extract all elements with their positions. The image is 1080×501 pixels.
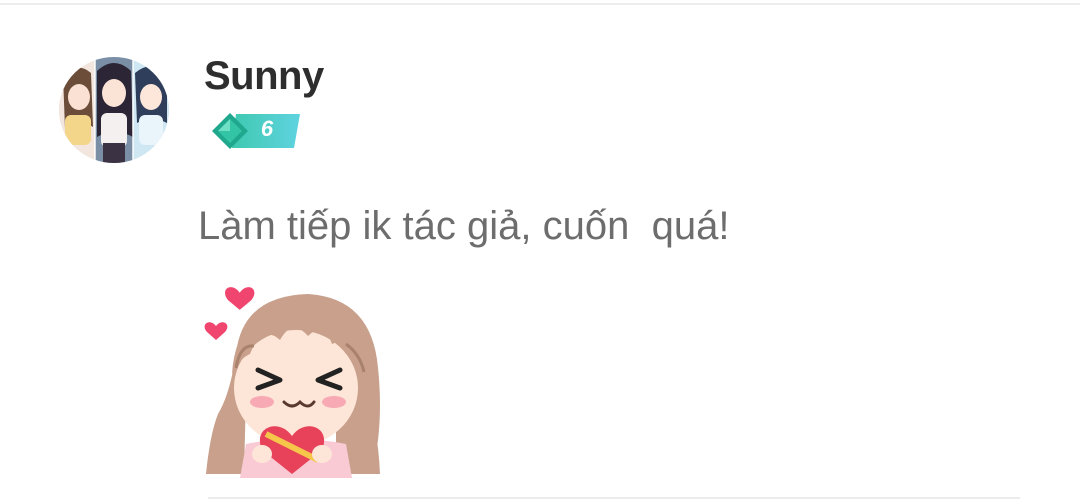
bottom-divider [208,497,1020,499]
heart-icon [204,322,228,340]
user-avatar[interactable] [59,57,169,163]
top-divider [0,3,1080,5]
shy-girl-sticker [196,284,388,478]
heart-icon [225,287,255,310]
level-number: 6 [260,116,274,141]
avatar-image [59,57,169,163]
username[interactable]: Sunny [204,54,324,99]
comment-text: Làm tiếp ik tác giả, cuốn quá! [198,204,730,248]
level-badge: 6 [208,110,304,152]
